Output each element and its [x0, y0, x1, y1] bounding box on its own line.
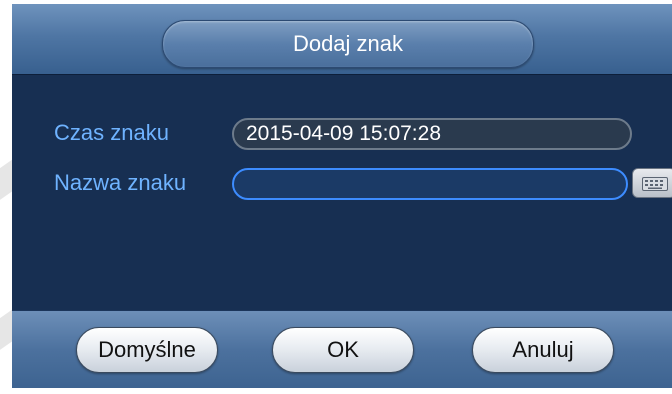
- add-mark-dialog: Dodaj znak Czas znaku 2015-04-09 15:07:2…: [12, 4, 672, 388]
- ok-button[interactable]: OK: [272, 327, 414, 373]
- default-button[interactable]: Domyślne: [76, 327, 218, 373]
- dialog-footer: Domyślne OK Anuluj: [12, 310, 672, 388]
- keyboard-button[interactable]: [632, 168, 672, 198]
- mark-name-input[interactable]: [232, 168, 628, 200]
- dialog-content: Czas znaku 2015-04-09 15:07:28 Nazwa zna…: [12, 74, 672, 310]
- dialog-title-bar: Dodaj znak: [12, 4, 672, 75]
- cancel-button[interactable]: Anuluj: [472, 327, 614, 373]
- keyboard-icon: [642, 177, 668, 191]
- dialog-title: Dodaj znak: [162, 20, 534, 68]
- mark-time-field[interactable]: 2015-04-09 15:07:28: [232, 118, 632, 150]
- mark-time-label: Czas znaku: [54, 120, 169, 145]
- mark-name-label: Nazwa znaku: [54, 170, 187, 195]
